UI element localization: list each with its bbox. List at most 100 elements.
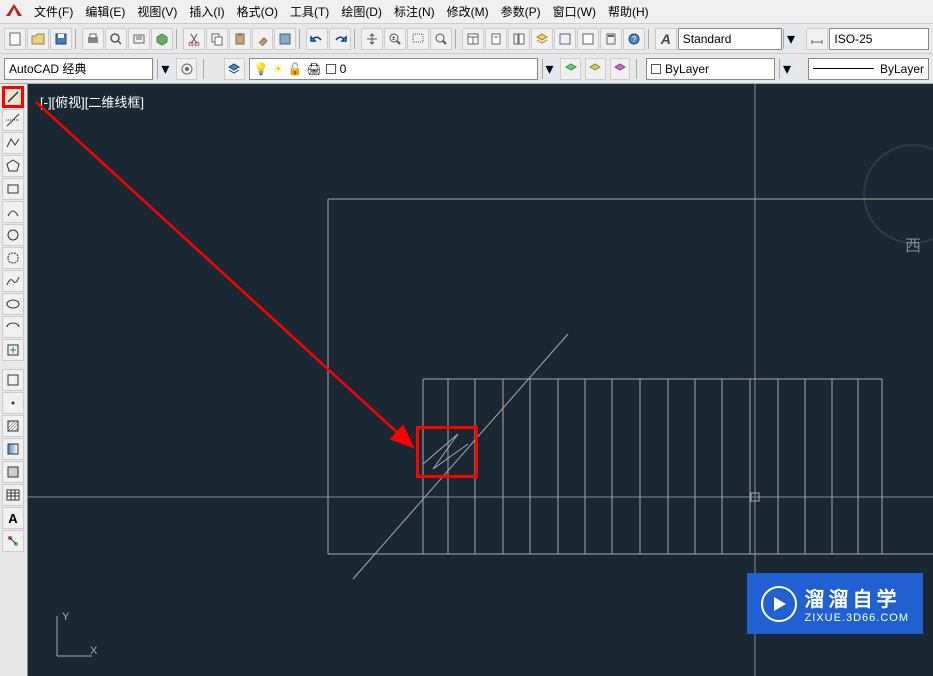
properties-button[interactable] [462, 28, 484, 50]
text-style-arrow[interactable]: ▾ [783, 29, 799, 49]
preview-button[interactable] [105, 28, 127, 50]
revcloud-tool[interactable] [2, 247, 24, 269]
table-tool[interactable] [2, 484, 24, 506]
watermark-title: 溜溜自学 [805, 583, 909, 612]
redo-button[interactable] [329, 28, 351, 50]
workspace-value: AutoCAD 经典 [9, 60, 86, 77]
watermark-url: ZIXUE.3D66.COM [805, 612, 909, 624]
3d-print-button[interactable] [151, 28, 173, 50]
zoom-prev-button[interactable] [430, 28, 452, 50]
layer-color-swatch [326, 64, 336, 74]
layer-states-button[interactable] [560, 58, 581, 80]
workspace-arrow[interactable]: ▾ [157, 59, 172, 79]
menu-tools[interactable]: 工具(T) [284, 1, 335, 22]
sun-icon: ☀ [273, 62, 284, 76]
hatch-tool[interactable] [2, 415, 24, 437]
polygon-tool[interactable] [2, 155, 24, 177]
drawing-canvas[interactable]: [-][俯视][二维线框] 西 [28, 84, 933, 676]
new-button[interactable] [4, 28, 26, 50]
linetype-value: ByLayer [880, 62, 924, 76]
layer-dropdown[interactable]: 💡 ☀ 🔓 🖨 0 [249, 58, 538, 80]
color-swatch [651, 64, 661, 74]
region-tool[interactable] [2, 461, 24, 483]
linetype-display[interactable]: ByLayer [808, 58, 930, 80]
insert-block-tool[interactable] [2, 339, 24, 361]
workspace-dropdown[interactable]: AutoCAD 经典 [4, 58, 153, 80]
menu-modify[interactable]: 修改(M) [441, 1, 495, 22]
dim-style-dropdown[interactable]: ISO-25 [829, 28, 929, 50]
line-tool[interactable] [2, 86, 24, 108]
menubar: 文件(F) 编辑(E) 视图(V) 插入(I) 格式(O) 工具(T) 绘图(D… [0, 0, 933, 24]
ucs-icon: Y X [42, 606, 102, 666]
undo-button[interactable] [306, 28, 328, 50]
color-dropdown[interactable]: ByLayer [646, 58, 775, 80]
ellipse-tool[interactable] [2, 293, 24, 315]
app-logo [4, 2, 24, 18]
dim-style-value: ISO-25 [834, 32, 872, 46]
pan-button[interactable] [361, 28, 383, 50]
layer-previous-button[interactable] [585, 58, 606, 80]
add-selected-tool[interactable] [2, 530, 24, 552]
circle-tool[interactable] [2, 224, 24, 246]
svg-text:Y: Y [62, 611, 70, 623]
svg-text:?: ? [632, 35, 637, 44]
layer-iso-button[interactable] [610, 58, 631, 80]
color-arrow[interactable]: ▾ [779, 59, 794, 79]
linetype-preview [813, 68, 874, 69]
menu-format[interactable]: 格式(O) [231, 1, 284, 22]
zoom-realtime-button[interactable]: ± [384, 28, 406, 50]
text-tool[interactable]: A [2, 507, 24, 529]
menu-view[interactable]: 视图(V) [131, 1, 183, 22]
svg-text:X: X [90, 645, 98, 657]
menu-dimension[interactable]: 标注(N) [388, 1, 441, 22]
sheet-set-button[interactable] [485, 28, 507, 50]
save-button[interactable] [50, 28, 72, 50]
unlock-icon: 🔓 [287, 62, 302, 76]
copy-button[interactable] [206, 28, 228, 50]
point-tool[interactable] [2, 392, 24, 414]
gradient-tool[interactable] [2, 438, 24, 460]
draw-toolbar: A [0, 84, 28, 676]
layer-toolbar: AutoCAD 经典 ▾ 💡 ☀ 🔓 🖨 0 ▾ ByLayer ▾ ByLay… [0, 54, 933, 84]
rectangle-tool[interactable] [2, 178, 24, 200]
zoom-window-button[interactable] [407, 28, 429, 50]
calculator-button[interactable] [600, 28, 622, 50]
svg-text:±: ± [392, 36, 396, 42]
tool-palettes-button[interactable] [508, 28, 530, 50]
menu-insert[interactable]: 插入(I) [183, 1, 230, 22]
make-block-tool[interactable] [2, 369, 24, 391]
publish-button[interactable] [128, 28, 150, 50]
color-value: ByLayer [665, 62, 709, 76]
match-button[interactable] [252, 28, 274, 50]
markup-button[interactable] [577, 28, 599, 50]
text-style-dropdown[interactable]: Standard [678, 28, 782, 50]
ellipse-arc-tool[interactable] [2, 316, 24, 338]
print-button[interactable] [82, 28, 104, 50]
light-icon: 💡 [254, 62, 269, 76]
polyline-tool[interactable] [2, 132, 24, 154]
text-style-button[interactable]: A [655, 28, 677, 50]
design-center-button[interactable] [554, 28, 576, 50]
workspace-settings-button[interactable] [176, 58, 197, 80]
layer-manager-button[interactable] [531, 28, 553, 50]
menu-edit[interactable]: 编辑(E) [79, 1, 131, 22]
menu-file[interactable]: 文件(F) [28, 1, 79, 22]
dim-style-button[interactable] [806, 28, 828, 50]
paste-button[interactable] [229, 28, 251, 50]
watermark: 溜溜自学 ZIXUE.3D66.COM [747, 573, 923, 634]
standard-toolbar: ± ? A Standard ▾ ISO-25 [0, 24, 933, 54]
arc-tool[interactable] [2, 201, 24, 223]
menu-parametric[interactable]: 参数(P) [495, 1, 547, 22]
construction-line-tool[interactable] [2, 109, 24, 131]
layer-arrow[interactable]: ▾ [542, 59, 557, 79]
layer-properties-button[interactable] [224, 58, 245, 80]
menu-draw[interactable]: 绘图(D) [335, 1, 388, 22]
open-button[interactable] [27, 28, 49, 50]
spline-tool[interactable] [2, 270, 24, 292]
block-editor-button[interactable] [274, 28, 296, 50]
menu-help[interactable]: 帮助(H) [602, 1, 655, 22]
layer-name: 0 [340, 62, 347, 76]
menu-window[interactable]: 窗口(W) [547, 1, 602, 22]
cut-button[interactable] [183, 28, 205, 50]
help-button[interactable]: ? [623, 28, 645, 50]
